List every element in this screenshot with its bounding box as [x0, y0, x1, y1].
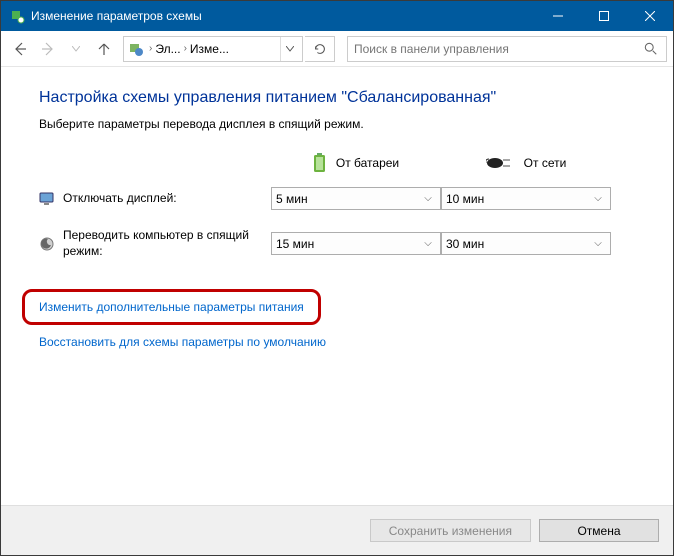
row-label: Переводить компьютер в спящий режим:: [63, 228, 261, 259]
select-value: 30 мин: [446, 237, 484, 251]
breadcrumb-root[interactable]: Эл...: [155, 42, 180, 56]
chevron-down-icon[interactable]: [280, 37, 298, 61]
column-battery: От батареи: [271, 153, 441, 173]
chevron-right-icon: ›: [184, 43, 187, 54]
grid-header: От батареи От сети: [39, 153, 635, 173]
select-display-ac[interactable]: 10 мин ⌵: [441, 187, 611, 210]
chevron-right-icon: ›: [149, 43, 152, 54]
breadcrumb-leaf[interactable]: Изме...: [190, 42, 229, 56]
window: Изменение параметров схемы › Эл: [0, 0, 674, 556]
battery-icon: [313, 153, 326, 173]
select-sleep-ac[interactable]: 30 мин ⌵: [441, 232, 611, 255]
row-sleep: Переводить компьютер в спящий режим: 15 …: [39, 228, 635, 259]
breadcrumb-icon: [128, 41, 144, 57]
select-value: 5 мин: [276, 192, 308, 206]
maximize-button[interactable]: [581, 1, 627, 31]
sleep-icon: [39, 236, 55, 252]
column-ac: От сети: [441, 153, 611, 173]
column-ac-label: От сети: [524, 156, 567, 170]
page-description: Выберите параметры перевода дисплея в сп…: [39, 117, 635, 131]
recent-dropdown[interactable]: [63, 36, 89, 62]
chevron-down-icon: ⌵: [590, 238, 606, 249]
row-label: Отключать дисплей:: [63, 191, 177, 207]
link-advanced-power[interactable]: Изменить дополнительные параметры питани…: [39, 300, 304, 314]
chevron-down-icon: ⌵: [420, 238, 436, 249]
select-value: 10 мин: [446, 192, 484, 206]
plug-icon: [486, 156, 514, 170]
refresh-button[interactable]: [305, 36, 335, 62]
chevron-down-icon: ⌵: [420, 193, 436, 204]
back-button[interactable]: [7, 36, 33, 62]
links: Изменить дополнительные параметры питани…: [39, 289, 635, 363]
close-button[interactable]: [627, 1, 673, 31]
settings-grid: От батареи От сети Отключать дисплей:: [39, 153, 635, 259]
content: Настройка схемы управления питанием "Сба…: [1, 67, 673, 505]
search-input[interactable]: [354, 42, 644, 56]
minimize-button[interactable]: [535, 1, 581, 31]
navbar: › Эл... › Изме...: [1, 31, 673, 67]
save-button[interactable]: Сохранить изменения: [370, 519, 531, 542]
row-display-off: Отключать дисплей: 5 мин ⌵ 10 мин ⌵: [39, 187, 635, 210]
chevron-down-icon: ⌵: [590, 193, 606, 204]
link-restore-defaults[interactable]: Восстановить для схемы параметры по умол…: [39, 335, 326, 349]
select-display-battery[interactable]: 5 мин ⌵: [271, 187, 441, 210]
app-icon: [9, 8, 25, 24]
cancel-button[interactable]: Отмена: [539, 519, 659, 542]
highlight-box: Изменить дополнительные параметры питани…: [22, 289, 321, 325]
search-box[interactable]: [347, 36, 667, 62]
window-title: Изменение параметров схемы: [31, 9, 535, 23]
select-value: 15 мин: [276, 237, 314, 251]
page-title: Настройка схемы управления питанием "Сба…: [39, 89, 635, 107]
display-icon: [39, 191, 55, 207]
column-battery-label: От батареи: [336, 156, 399, 170]
up-button[interactable]: [91, 36, 117, 62]
breadcrumb[interactable]: › Эл... › Изме...: [123, 36, 303, 62]
footer: Сохранить изменения Отмена: [1, 505, 673, 555]
titlebar: Изменение параметров схемы: [1, 1, 673, 31]
forward-button[interactable]: [35, 36, 61, 62]
select-sleep-battery[interactable]: 15 мин ⌵: [271, 232, 441, 255]
search-icon[interactable]: [644, 41, 660, 57]
